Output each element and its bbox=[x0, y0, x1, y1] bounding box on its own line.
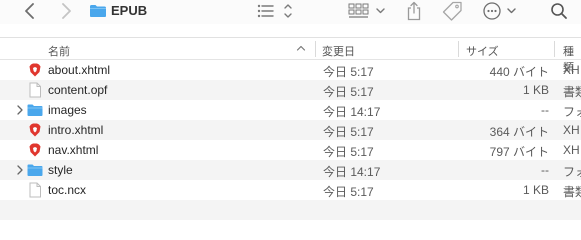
file-date: 今日 5:17 bbox=[323, 85, 374, 99]
column-size-header[interactable]: サイズ bbox=[466, 43, 499, 59]
file-list: about.xhtml 今日 5:17 440 バイト XH content.o… bbox=[0, 60, 581, 220]
brave-html-icon bbox=[27, 62, 43, 78]
file-date: 今日 5:17 bbox=[323, 185, 374, 199]
tag-button[interactable] bbox=[440, 0, 464, 22]
forward-button[interactable] bbox=[56, 2, 76, 20]
file-date: 今日 14:17 bbox=[323, 165, 381, 179]
file-kind: XH bbox=[563, 123, 580, 137]
file-size: -- bbox=[541, 163, 549, 177]
file-name: content.opf bbox=[48, 83, 108, 97]
file-kind: XH bbox=[563, 143, 580, 157]
file-size: 1 KB bbox=[522, 83, 549, 97]
toolbar: EPUB bbox=[0, 0, 581, 24]
file-name: intro.xhtml bbox=[48, 123, 104, 137]
file-size: 1 KB bbox=[522, 183, 549, 197]
file-name: images bbox=[48, 103, 87, 117]
column-header: 名前 変更日 サイズ 種類 bbox=[0, 38, 581, 74]
file-date: 今日 14:17 bbox=[323, 105, 381, 119]
column-divider[interactable] bbox=[458, 41, 459, 57]
folder-icon bbox=[27, 162, 43, 178]
share-button[interactable] bbox=[403, 0, 425, 22]
search-button[interactable] bbox=[548, 1, 570, 21]
empty-row bbox=[0, 200, 581, 220]
file-name: style bbox=[48, 163, 73, 177]
file-name: nav.xhtml bbox=[48, 143, 99, 157]
brave-html-icon bbox=[27, 122, 43, 138]
file-date: 今日 5:17 bbox=[323, 145, 374, 159]
file-row-nav-xhtml[interactable]: nav.xhtml 今日 5:17 797 バイト XH bbox=[0, 140, 581, 160]
file-row-images[interactable]: images 今日 14:17 -- フォ bbox=[0, 100, 581, 120]
share-icon bbox=[407, 1, 421, 21]
file-kind: XH bbox=[563, 63, 580, 77]
ellipsis-circle-icon bbox=[483, 2, 516, 20]
file-row-intro-xhtml[interactable]: intro.xhtml 今日 5:17 364 バイト XH bbox=[0, 120, 581, 140]
finder-window: EPUB 名前 変更日 サイズ 種類 about.xhtml 今日 5:17 4… bbox=[0, 0, 581, 239]
file-kind: 書類 bbox=[563, 85, 581, 99]
chevron-right-icon bbox=[62, 3, 71, 19]
file-kind: 書類 bbox=[563, 185, 581, 199]
grid-view-icon bbox=[348, 3, 385, 18]
list-view-icon bbox=[257, 4, 292, 18]
file-size: 440 バイト bbox=[489, 65, 549, 79]
column-divider[interactable] bbox=[315, 41, 316, 57]
disclosure-chevron-icon[interactable] bbox=[16, 165, 24, 175]
column-divider[interactable] bbox=[554, 41, 555, 57]
folder-icon bbox=[88, 3, 108, 19]
file-row-style[interactable]: style 今日 14:17 -- フォ bbox=[0, 160, 581, 180]
folder-icon bbox=[27, 102, 43, 118]
file-kind: フォ bbox=[563, 165, 581, 179]
file-name: toc.ncx bbox=[48, 183, 87, 197]
file-kind: フォ bbox=[563, 105, 581, 119]
file-name: about.xhtml bbox=[48, 63, 111, 77]
search-icon bbox=[551, 3, 567, 19]
sort-ascending-chevron-icon[interactable] bbox=[296, 43, 306, 53]
file-size: -- bbox=[541, 103, 549, 117]
file-size: 797 バイト bbox=[489, 145, 549, 159]
file-date: 今日 5:17 bbox=[323, 125, 374, 139]
tag-icon bbox=[442, 1, 462, 21]
file-size: 364 バイト bbox=[489, 125, 549, 139]
chevron-left-icon bbox=[25, 3, 34, 19]
file-row-toc-ncx[interactable]: toc.ncx 今日 5:17 1 KB 書類 bbox=[0, 180, 581, 200]
list-view-button[interactable] bbox=[256, 2, 296, 20]
brave-html-icon bbox=[27, 142, 43, 158]
column-name-header[interactable]: 名前 bbox=[48, 43, 70, 59]
group-view-button[interactable] bbox=[347, 2, 389, 20]
more-actions-button[interactable] bbox=[482, 1, 522, 21]
file-date: 今日 5:17 bbox=[323, 65, 374, 79]
document-icon bbox=[27, 182, 43, 198]
file-row-about-xhtml[interactable]: about.xhtml 今日 5:17 440 バイト XH bbox=[0, 60, 581, 80]
back-button[interactable] bbox=[20, 2, 40, 20]
disclosure-chevron-icon[interactable] bbox=[16, 105, 24, 115]
file-row-content-opf[interactable]: content.opf 今日 5:17 1 KB 書類 bbox=[0, 80, 581, 100]
document-icon bbox=[27, 82, 43, 98]
window-title: EPUB bbox=[111, 3, 148, 18]
column-date-header[interactable]: 変更日 bbox=[322, 43, 355, 59]
